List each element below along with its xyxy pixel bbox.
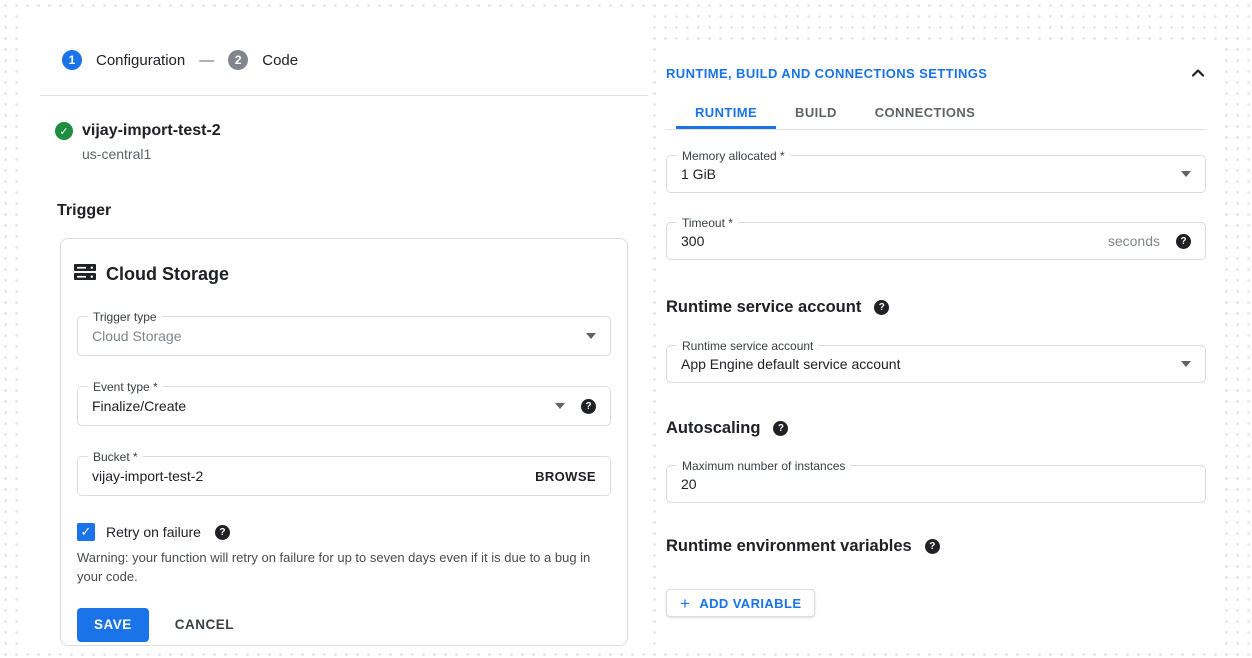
- plus-icon: +: [680, 595, 690, 612]
- tab-connections[interactable]: CONNECTIONS: [856, 99, 994, 129]
- timeout-label: Timeout *: [677, 215, 738, 231]
- add-variable-label: ADD VARIABLE: [699, 596, 801, 611]
- card-actions: SAVE CANCEL: [77, 608, 611, 642]
- env-vars-heading-text: Runtime environment variables: [666, 537, 912, 556]
- runtime-service-account-label: Runtime service account: [677, 338, 818, 354]
- function-region: us-central1: [82, 146, 648, 162]
- trigger-card-title: Cloud Storage: [74, 263, 627, 286]
- event-type-select[interactable]: Event type * Finalize/Create ?: [77, 386, 611, 426]
- autoscaling-help-icon[interactable]: ?: [773, 421, 788, 436]
- cloud-storage-icon: [74, 263, 96, 286]
- retry-checkbox[interactable]: ✓: [77, 523, 95, 541]
- step-1-circle: 1: [62, 50, 82, 70]
- trigger-type-value: Cloud Storage: [92, 328, 572, 344]
- function-name: vijay-import-test-2: [82, 122, 221, 140]
- step-2-circle: 2: [228, 50, 248, 70]
- timeout-help-icon[interactable]: ?: [1176, 234, 1191, 249]
- retry-warning-text: Warning: your function will retry on fai…: [77, 549, 609, 587]
- stepper-step-code[interactable]: 2 Code: [228, 50, 298, 70]
- retry-help-icon[interactable]: ?: [215, 525, 230, 540]
- stepper-separator: —: [199, 52, 214, 69]
- runtime-service-account-value: App Engine default service account: [681, 356, 1167, 372]
- chevron-up-icon[interactable]: [1190, 65, 1206, 81]
- timeout-input[interactable]: [681, 223, 1096, 259]
- max-instances-field: Maximum number of instances: [666, 465, 1206, 503]
- event-type-help-icon[interactable]: ?: [581, 399, 596, 414]
- tab-runtime[interactable]: RUNTIME: [676, 99, 776, 129]
- stepper-step-configuration[interactable]: 1 Configuration: [62, 50, 185, 70]
- settings-expander[interactable]: RUNTIME, BUILD AND CONNECTIONS SETTINGS: [666, 65, 1206, 81]
- env-vars-help-icon[interactable]: ?: [925, 539, 940, 554]
- stepper: 1 Configuration — 2 Code: [25, 10, 648, 70]
- runtime-service-account-heading-text: Runtime service account: [666, 298, 861, 317]
- event-type-label: Event type *: [88, 379, 163, 395]
- trigger-type-label: Trigger type: [88, 309, 162, 325]
- dropdown-arrow-icon: [1181, 171, 1191, 177]
- dropdown-arrow-icon: [586, 333, 596, 339]
- tab-build[interactable]: BUILD: [776, 99, 856, 129]
- max-instances-label: Maximum number of instances: [677, 458, 850, 474]
- success-check-icon: ✓: [55, 122, 73, 140]
- function-header: ✓ vijay-import-test-2: [55, 122, 648, 140]
- bucket-input[interactable]: [92, 457, 523, 495]
- stepper-divider: [40, 95, 648, 96]
- trigger-card: Cloud Storage Trigger type Cloud Storage…: [60, 238, 628, 646]
- step-1-label: Configuration: [96, 52, 185, 69]
- cancel-button[interactable]: CANCEL: [175, 617, 234, 632]
- dropdown-arrow-icon: [1181, 361, 1191, 367]
- timeout-suffix: seconds: [1108, 233, 1160, 249]
- memory-allocated-label: Memory allocated *: [677, 148, 790, 164]
- autoscaling-heading-text: Autoscaling: [666, 419, 760, 438]
- step-2-label: Code: [262, 52, 298, 69]
- settings-panel: RUNTIME, BUILD AND CONNECTIONS SETTINGS …: [656, 45, 1222, 645]
- add-variable-button[interactable]: + ADD VARIABLE: [666, 589, 815, 617]
- runtime-service-account-select[interactable]: Runtime service account App Engine defau…: [666, 345, 1206, 383]
- memory-allocated-select[interactable]: Memory allocated * 1 GiB: [666, 155, 1206, 193]
- configuration-panel: 1 Configuration — 2 Code ✓ vijay-import-…: [25, 10, 648, 648]
- timeout-field: Timeout * seconds ?: [666, 222, 1206, 260]
- trigger-card-title-text: Cloud Storage: [106, 264, 229, 285]
- settings-tabs: RUNTIME BUILD CONNECTIONS: [666, 99, 1206, 130]
- dropdown-arrow-icon: [555, 403, 565, 409]
- runtime-service-account-help-icon[interactable]: ?: [874, 300, 889, 315]
- memory-allocated-value: 1 GiB: [681, 166, 1167, 182]
- env-vars-heading: Runtime environment variables ?: [666, 537, 1206, 556]
- retry-label: Retry on failure: [106, 524, 201, 540]
- browse-button[interactable]: BROWSE: [535, 469, 596, 484]
- retry-row: ✓ Retry on failure ?: [77, 523, 611, 541]
- trigger-type-select[interactable]: Trigger type Cloud Storage: [77, 316, 611, 356]
- bucket-label: Bucket *: [88, 449, 143, 465]
- save-button[interactable]: SAVE: [77, 608, 149, 642]
- autoscaling-heading: Autoscaling ?: [666, 419, 1206, 438]
- event-type-value: Finalize/Create: [92, 398, 541, 414]
- bucket-field: Bucket * BROWSE: [77, 456, 611, 496]
- settings-header-title: RUNTIME, BUILD AND CONNECTIONS SETTINGS: [666, 66, 987, 81]
- trigger-section-heading: Trigger: [57, 202, 648, 220]
- runtime-service-account-heading: Runtime service account ?: [666, 298, 1206, 317]
